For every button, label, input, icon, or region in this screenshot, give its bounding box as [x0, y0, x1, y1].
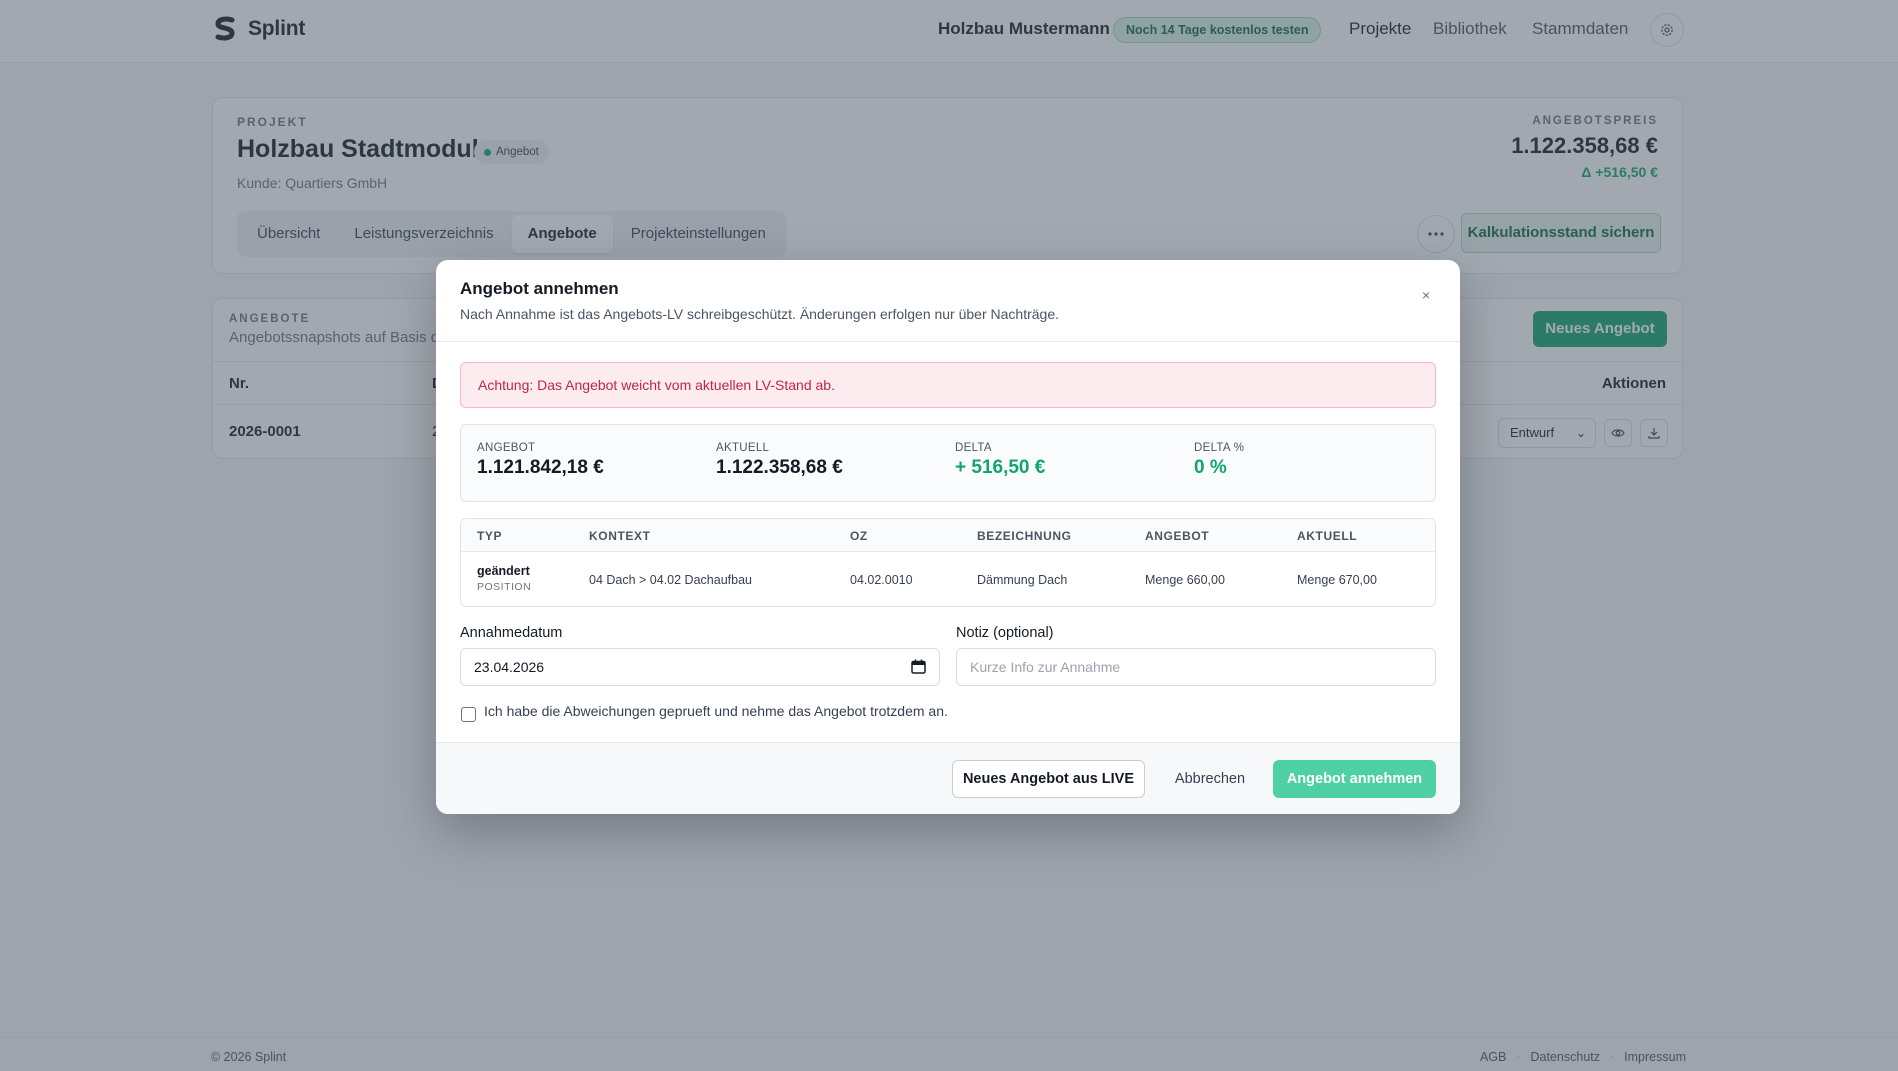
stat-label: ANGEBOT	[477, 442, 536, 454]
stat-angebot: ANGEBOT 1.121.842,18 €	[477, 442, 604, 479]
stat-aktuell: AKTUELL 1.122.358,68 €	[716, 442, 843, 479]
stat-delta-percent: DELTA % 0 %	[1194, 442, 1244, 479]
column-header-angebot: ANGEBOT	[1145, 529, 1210, 543]
change-type-sub: POSITION	[477, 581, 532, 593]
stat-value: 1.122.358,68 €	[716, 457, 843, 478]
column-header-typ: TYP	[477, 529, 503, 543]
changes-table: TYP KONTEXT OZ BEZEICHNUNG ANGEBOT AKTUE…	[460, 518, 1436, 607]
deviation-alert: Achtung: Das Angebot weicht vom aktuelle…	[460, 362, 1436, 408]
stat-label: DELTA	[955, 442, 992, 454]
change-description: Dämmung Dach	[977, 573, 1068, 587]
change-context: 04 Dach > 04.02 Dachaufbau	[589, 573, 752, 587]
note-label: Notiz (optional)	[956, 625, 1054, 641]
new-offer-from-live-button[interactable]: Neues Angebot aus LIVE	[952, 760, 1145, 798]
confirm-deviation-checkbox[interactable]	[461, 707, 476, 722]
column-header-bezeichnung: BEZEICHNUNG	[977, 529, 1072, 543]
stat-value: 0 %	[1194, 457, 1227, 478]
cancel-button[interactable]: Abbrechen	[1167, 760, 1253, 798]
stat-value: + 516,50 €	[955, 457, 1046, 478]
dialog-title: Angebot annehmen	[460, 279, 619, 298]
note-placeholder: Kurze Info zur Annahme	[970, 659, 1121, 675]
close-icon[interactable]: ×	[1422, 287, 1430, 303]
accept-offer-dialog: Angebot annehmen Nach Annahme ist das An…	[436, 260, 1460, 814]
stat-value: 1.121.842,18 €	[477, 457, 604, 478]
stat-label: AKTUELL	[716, 442, 770, 454]
column-header-kontext: KONTEXT	[589, 529, 651, 543]
dialog-subtitle: Nach Annahme ist das Angebots-LV schreib…	[460, 306, 1060, 322]
dialog-divider	[436, 341, 1460, 342]
note-input[interactable]: Kurze Info zur Annahme	[956, 648, 1436, 686]
price-comparison-panel: ANGEBOT 1.121.842,18 € AKTUELL 1.122.358…	[460, 424, 1436, 502]
change-type: geändert	[477, 564, 530, 578]
change-offer-value: Menge 660,00	[1145, 573, 1225, 587]
confirm-deviation-label[interactable]: Ich habe die Abweichungen geprueft und n…	[484, 703, 948, 719]
change-current-value: Menge 670,00	[1297, 573, 1377, 587]
column-header-oz: OZ	[850, 529, 868, 543]
column-header-aktuell: AKTUELL	[1297, 529, 1358, 543]
changes-table-header: TYP KONTEXT OZ BEZEICHNUNG ANGEBOT AKTUE…	[461, 519, 1435, 552]
acceptance-date-value: 23.04.2026	[474, 659, 545, 675]
change-oz: 04.02.0010	[850, 573, 913, 587]
calendar-icon[interactable]	[911, 659, 926, 674]
accept-offer-button[interactable]: Angebot annehmen	[1273, 760, 1436, 798]
date-label: Annahmedatum	[460, 625, 563, 641]
acceptance-date-input[interactable]: 23.04.2026	[460, 648, 940, 686]
dialog-footer: Neues Angebot aus LIVE Abbrechen Angebot…	[436, 742, 1460, 814]
stat-delta: DELTA + 516,50 €	[955, 442, 1045, 479]
stat-label: DELTA %	[1194, 442, 1245, 454]
